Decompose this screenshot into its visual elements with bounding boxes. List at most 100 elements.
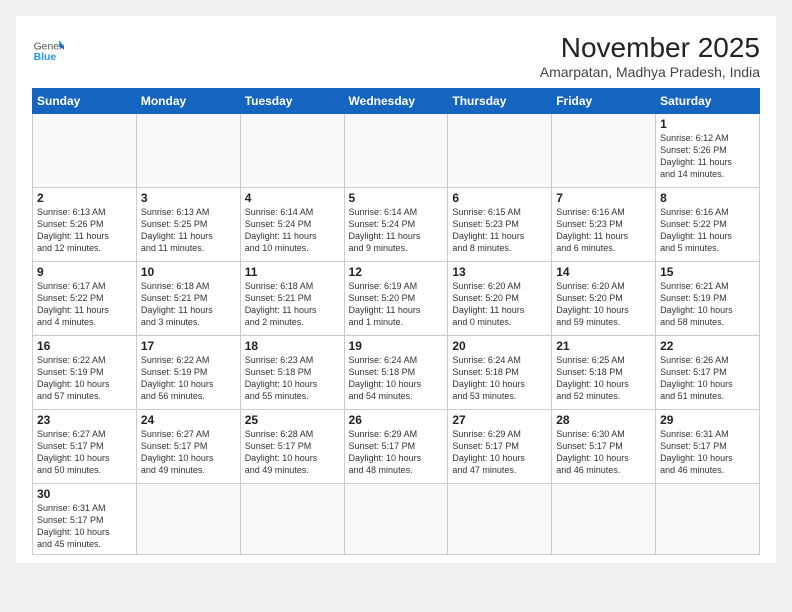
day-number: 13 [452, 265, 547, 279]
day-info: Sunrise: 6:27 AM Sunset: 5:17 PM Dayligh… [141, 428, 236, 477]
calendar-cell: 24Sunrise: 6:27 AM Sunset: 5:17 PM Dayli… [136, 410, 240, 484]
calendar-cell [33, 114, 137, 188]
svg-text:Blue: Blue [34, 52, 57, 63]
day-number: 20 [452, 339, 547, 353]
week-row-3: 9Sunrise: 6:17 AM Sunset: 5:22 PM Daylig… [33, 262, 760, 336]
day-info: Sunrise: 6:19 AM Sunset: 5:20 PM Dayligh… [349, 280, 444, 329]
week-row-1: 1Sunrise: 6:12 AM Sunset: 5:26 PM Daylig… [33, 114, 760, 188]
calendar-cell: 5Sunrise: 6:14 AM Sunset: 5:24 PM Daylig… [344, 188, 448, 262]
day-info: Sunrise: 6:18 AM Sunset: 5:21 PM Dayligh… [141, 280, 236, 329]
day-info: Sunrise: 6:25 AM Sunset: 5:18 PM Dayligh… [556, 354, 651, 403]
header: General Blue November 2025 Amarpatan, Ma… [32, 32, 760, 80]
day-info: Sunrise: 6:14 AM Sunset: 5:24 PM Dayligh… [349, 206, 444, 255]
day-number: 30 [37, 487, 132, 501]
day-info: Sunrise: 6:22 AM Sunset: 5:19 PM Dayligh… [141, 354, 236, 403]
day-info: Sunrise: 6:28 AM Sunset: 5:17 PM Dayligh… [245, 428, 340, 477]
day-info: Sunrise: 6:13 AM Sunset: 5:26 PM Dayligh… [37, 206, 132, 255]
calendar-cell: 14Sunrise: 6:20 AM Sunset: 5:20 PM Dayli… [552, 262, 656, 336]
calendar-cell: 28Sunrise: 6:30 AM Sunset: 5:17 PM Dayli… [552, 410, 656, 484]
weekday-header-tuesday: Tuesday [240, 89, 344, 114]
day-info: Sunrise: 6:24 AM Sunset: 5:18 PM Dayligh… [349, 354, 444, 403]
calendar-cell: 22Sunrise: 6:26 AM Sunset: 5:17 PM Dayli… [656, 336, 760, 410]
calendar-cell [136, 484, 240, 555]
calendar-cell: 26Sunrise: 6:29 AM Sunset: 5:17 PM Dayli… [344, 410, 448, 484]
day-number: 21 [556, 339, 651, 353]
calendar-cell: 15Sunrise: 6:21 AM Sunset: 5:19 PM Dayli… [656, 262, 760, 336]
day-info: Sunrise: 6:16 AM Sunset: 5:22 PM Dayligh… [660, 206, 755, 255]
day-number: 18 [245, 339, 340, 353]
day-info: Sunrise: 6:31 AM Sunset: 5:17 PM Dayligh… [660, 428, 755, 477]
logo-icon: General Blue [32, 32, 64, 64]
weekday-header-friday: Friday [552, 89, 656, 114]
calendar-cell: 3Sunrise: 6:13 AM Sunset: 5:25 PM Daylig… [136, 188, 240, 262]
day-number: 26 [349, 413, 444, 427]
calendar-cell: 30Sunrise: 6:31 AM Sunset: 5:17 PM Dayli… [33, 484, 137, 555]
day-info: Sunrise: 6:31 AM Sunset: 5:17 PM Dayligh… [37, 502, 132, 551]
day-info: Sunrise: 6:29 AM Sunset: 5:17 PM Dayligh… [452, 428, 547, 477]
week-row-4: 16Sunrise: 6:22 AM Sunset: 5:19 PM Dayli… [33, 336, 760, 410]
day-info: Sunrise: 6:16 AM Sunset: 5:23 PM Dayligh… [556, 206, 651, 255]
day-number: 22 [660, 339, 755, 353]
day-info: Sunrise: 6:22 AM Sunset: 5:19 PM Dayligh… [37, 354, 132, 403]
day-number: 11 [245, 265, 340, 279]
day-info: Sunrise: 6:21 AM Sunset: 5:19 PM Dayligh… [660, 280, 755, 329]
calendar-cell: 19Sunrise: 6:24 AM Sunset: 5:18 PM Dayli… [344, 336, 448, 410]
calendar-cell: 13Sunrise: 6:20 AM Sunset: 5:20 PM Dayli… [448, 262, 552, 336]
calendar-cell: 17Sunrise: 6:22 AM Sunset: 5:19 PM Dayli… [136, 336, 240, 410]
weekday-header-monday: Monday [136, 89, 240, 114]
day-number: 6 [452, 191, 547, 205]
calendar-cell: 21Sunrise: 6:25 AM Sunset: 5:18 PM Dayli… [552, 336, 656, 410]
weekday-header-row: SundayMondayTuesdayWednesdayThursdayFrid… [33, 89, 760, 114]
day-info: Sunrise: 6:17 AM Sunset: 5:22 PM Dayligh… [37, 280, 132, 329]
day-number: 4 [245, 191, 340, 205]
calendar-cell: 11Sunrise: 6:18 AM Sunset: 5:21 PM Dayli… [240, 262, 344, 336]
day-number: 28 [556, 413, 651, 427]
title-block: November 2025 Amarpatan, Madhya Pradesh,… [540, 32, 760, 80]
calendar-cell: 16Sunrise: 6:22 AM Sunset: 5:19 PM Dayli… [33, 336, 137, 410]
day-number: 25 [245, 413, 340, 427]
calendar-cell: 4Sunrise: 6:14 AM Sunset: 5:24 PM Daylig… [240, 188, 344, 262]
day-number: 15 [660, 265, 755, 279]
day-info: Sunrise: 6:20 AM Sunset: 5:20 PM Dayligh… [452, 280, 547, 329]
weekday-header-thursday: Thursday [448, 89, 552, 114]
day-info: Sunrise: 6:27 AM Sunset: 5:17 PM Dayligh… [37, 428, 132, 477]
logo: General Blue [32, 32, 64, 64]
week-row-6: 30Sunrise: 6:31 AM Sunset: 5:17 PM Dayli… [33, 484, 760, 555]
week-row-2: 2Sunrise: 6:13 AM Sunset: 5:26 PM Daylig… [33, 188, 760, 262]
calendar-cell [552, 114, 656, 188]
day-info: Sunrise: 6:12 AM Sunset: 5:26 PM Dayligh… [660, 132, 755, 181]
calendar-cell: 7Sunrise: 6:16 AM Sunset: 5:23 PM Daylig… [552, 188, 656, 262]
day-number: 16 [37, 339, 132, 353]
day-info: Sunrise: 6:30 AM Sunset: 5:17 PM Dayligh… [556, 428, 651, 477]
calendar-cell [344, 484, 448, 555]
day-info: Sunrise: 6:18 AM Sunset: 5:21 PM Dayligh… [245, 280, 340, 329]
day-number: 29 [660, 413, 755, 427]
day-info: Sunrise: 6:13 AM Sunset: 5:25 PM Dayligh… [141, 206, 236, 255]
calendar-cell: 9Sunrise: 6:17 AM Sunset: 5:22 PM Daylig… [33, 262, 137, 336]
calendar-cell: 10Sunrise: 6:18 AM Sunset: 5:21 PM Dayli… [136, 262, 240, 336]
weekday-header-sunday: Sunday [33, 89, 137, 114]
day-number: 1 [660, 117, 755, 131]
weekday-header-wednesday: Wednesday [344, 89, 448, 114]
calendar-cell [448, 484, 552, 555]
day-number: 8 [660, 191, 755, 205]
day-info: Sunrise: 6:26 AM Sunset: 5:17 PM Dayligh… [660, 354, 755, 403]
day-number: 10 [141, 265, 236, 279]
weekday-header-saturday: Saturday [656, 89, 760, 114]
day-info: Sunrise: 6:23 AM Sunset: 5:18 PM Dayligh… [245, 354, 340, 403]
month-title: November 2025 [540, 32, 760, 64]
calendar-cell [240, 114, 344, 188]
day-number: 5 [349, 191, 444, 205]
calendar-cell [240, 484, 344, 555]
location: Amarpatan, Madhya Pradesh, India [540, 64, 760, 80]
calendar-cell: 27Sunrise: 6:29 AM Sunset: 5:17 PM Dayli… [448, 410, 552, 484]
day-info: Sunrise: 6:15 AM Sunset: 5:23 PM Dayligh… [452, 206, 547, 255]
day-number: 12 [349, 265, 444, 279]
day-info: Sunrise: 6:29 AM Sunset: 5:17 PM Dayligh… [349, 428, 444, 477]
calendar-cell [448, 114, 552, 188]
day-number: 14 [556, 265, 651, 279]
calendar-cell: 12Sunrise: 6:19 AM Sunset: 5:20 PM Dayli… [344, 262, 448, 336]
calendar-cell [344, 114, 448, 188]
calendar-cell: 18Sunrise: 6:23 AM Sunset: 5:18 PM Dayli… [240, 336, 344, 410]
calendar-cell: 29Sunrise: 6:31 AM Sunset: 5:17 PM Dayli… [656, 410, 760, 484]
